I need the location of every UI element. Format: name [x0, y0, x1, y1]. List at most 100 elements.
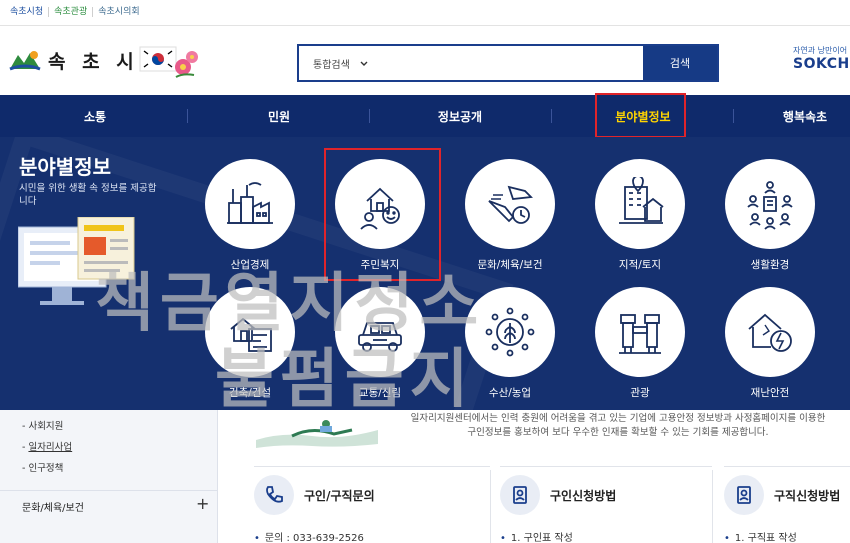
nav-separator — [733, 109, 734, 123]
category-tourism[interactable]: 관광 — [594, 287, 686, 399]
car-icon — [358, 322, 402, 352]
category-circle — [465, 287, 555, 377]
sidebar-item-social-support[interactable]: - 사회지원 — [22, 418, 63, 432]
category-circle — [335, 287, 425, 377]
sidebar-item-job-projects[interactable]: - 일자리사업 — [22, 439, 72, 453]
card-title: 구인신청방법 — [550, 488, 617, 503]
card-job-seek-method: 구직신청방법 • 1. 구직표 작성 — [724, 466, 850, 543]
binoculars-icon — [619, 314, 661, 354]
intro-line2: 구인정보를 홍보하여 보다 우수한 인재를 확보할 수 있는 기회를 제공합니다… — [467, 427, 769, 438]
category-circle — [205, 159, 295, 249]
nav-item-info-disclosure[interactable]: 정보공개 — [385, 95, 535, 137]
id-card-icon — [500, 475, 540, 515]
card-detail: • 1. 구인표 작성 — [500, 533, 573, 543]
intro-text: 일자리지원센터에서는 인력 충원에 어려움을 겪고 있는 기업에 고용안정 정보… — [388, 412, 848, 440]
card-detail-text: 1. 구직표 작성 — [734, 533, 797, 543]
main-nav: 소통 민원 정보공개 분야별정보 행복속초 — [0, 95, 850, 137]
nav-item-civil-affairs[interactable]: 민원 — [204, 95, 354, 137]
category-circle — [725, 159, 815, 249]
category-industry-economy[interactable]: 산업경제 — [204, 159, 296, 271]
search-button[interactable]: 검색 — [643, 46, 717, 80]
category-cadastre-land[interactable]: 지적/토지 — [594, 159, 686, 271]
factory-icon — [227, 182, 273, 224]
blueprint-house-icon — [230, 317, 272, 352]
card-separator — [490, 470, 491, 543]
category-label: 지적/토지 — [618, 259, 662, 271]
highlight-box-nav — [595, 93, 686, 138]
sidebar-category-culture[interactable]: 문화/체육/보건 — [22, 499, 84, 514]
main-content: 일자리지원센터에서는 인력 충원에 어려움을 겪고 있는 기업에 고용안정 정보… — [218, 410, 850, 543]
mega-menu-title: 분야별정보 — [19, 155, 111, 179]
house-crack-icon — [748, 313, 792, 352]
site-logo[interactable]: 속 초 시 — [8, 47, 139, 74]
sidebar-item-label: 일자리사업 — [28, 442, 73, 453]
intro-line1: 일자리지원센터에서는 인력 충원에 어려움을 겪고 있는 기업에 고용안정 정보… — [410, 413, 826, 424]
map-pin-building-icon — [619, 177, 664, 224]
mega-menu-panel: 분야별정보 시민을 위한 생활 속 정보를 제공합니다 산업경제 주민복지 문화… — [0, 137, 850, 410]
id-card-icon — [724, 475, 764, 515]
expand-plus-icon[interactable]: + — [196, 494, 209, 513]
grain-icon — [485, 307, 535, 357]
category-circle — [595, 159, 685, 249]
category-architecture-construction[interactable]: 건축/건설 — [204, 287, 296, 399]
nav-separator — [369, 109, 370, 123]
category-label: 재난안전 — [750, 387, 790, 399]
category-circle — [465, 159, 555, 249]
card-detail-text: 1. 구인표 작성 — [510, 533, 573, 543]
card-title: 구직신청방법 — [774, 488, 841, 503]
city-emblem-icon — [9, 50, 41, 70]
category-culture-sports-health[interactable]: 문화/체육/보건 — [464, 159, 556, 271]
card-separator — [712, 470, 713, 543]
brand-line2: SOKCHO — [793, 56, 850, 72]
category-transport-forestry[interactable]: 교통/신림 — [334, 287, 426, 399]
brand-line1: 자연과 낭만이어 — [793, 46, 848, 55]
left-sidebar: - 사회지원 - 일자리사업 - 인구정책 문화/체육/보건 + — [0, 410, 218, 543]
mega-menu-description: 시민을 위한 생활 속 정보를 제공합니다 — [19, 183, 157, 207]
category-fisheries-agriculture[interactable]: 수산/농업 — [464, 287, 556, 399]
community-building-icon — [747, 181, 793, 230]
category-circle — [595, 287, 685, 377]
card-job-inquiry: 구인/구직문의 • 문의 : 033-639-2526 — [254, 466, 490, 543]
card-detail-text: 문의 : 033-639-2526 — [264, 533, 364, 543]
category-label: 수산/농업 — [488, 387, 532, 399]
category-label: 문화/체육/보건 — [477, 259, 543, 271]
category-disaster-safety[interactable]: 재난안전 — [724, 287, 816, 399]
top-utility-bar: 속초시청 속초관광 속초시의회 — [0, 0, 850, 26]
site-header: 속 초 시 통합검색 검색 자연과 낭만이어 SOKCHO — [0, 27, 850, 95]
category-living-environment[interactable]: 생활환경 — [724, 159, 816, 271]
brand-slogan: 자연과 낭만이어 SOKCHO — [793, 45, 850, 72]
category-label: 생활환경 — [750, 259, 790, 271]
nav-item-happy-sokcho[interactable]: 행복속초 — [750, 95, 850, 137]
card-job-offer-method: 구인신청방법 • 1. 구인표 작성 — [500, 466, 712, 543]
category-label: 관광 — [630, 387, 650, 399]
category-label: 건축/건설 — [228, 387, 272, 399]
search-scope-label: 통합검색 — [313, 60, 350, 71]
nav-item-communication[interactable]: 소통 — [20, 95, 170, 137]
highlight-box-welfare — [324, 148, 441, 281]
top-link-council[interactable]: 속초시의회 — [93, 7, 144, 17]
nav-separator — [551, 109, 552, 123]
search-scope-select[interactable]: 통합검색 — [313, 56, 368, 71]
category-circle — [725, 287, 815, 377]
sidebar-item-label: 인구정책 — [28, 463, 64, 474]
search-box: 통합검색 검색 — [297, 44, 719, 82]
korean-flag-icon — [139, 46, 198, 78]
card-detail: • 1. 구직표 작성 — [724, 533, 797, 543]
sports-shoe-icon — [488, 185, 533, 224]
nav-separator — [187, 109, 188, 123]
chevron-down-icon — [360, 61, 368, 66]
category-circle — [205, 287, 295, 377]
logo-text: 속 초 시 — [48, 51, 139, 73]
card-title: 구인/구직문의 — [304, 488, 375, 503]
sidebar-divider — [0, 490, 218, 491]
sidebar-item-label: 사회지원 — [28, 421, 64, 432]
phone-icon — [254, 475, 294, 515]
monitor-illustration-icon — [18, 217, 135, 305]
top-links: 속초시청 속초관광 속초시의회 — [10, 7, 145, 17]
category-label: 산업경제 — [230, 259, 270, 271]
sidebar-item-population-policy[interactable]: - 인구정책 — [22, 460, 63, 474]
card-detail: • 문의 : 033-639-2526 — [254, 533, 364, 543]
top-link-city-hall[interactable]: 속초시청 — [10, 7, 50, 17]
category-label: 교통/신림 — [358, 387, 402, 399]
top-link-tourism[interactable]: 속초관광 — [49, 7, 94, 17]
